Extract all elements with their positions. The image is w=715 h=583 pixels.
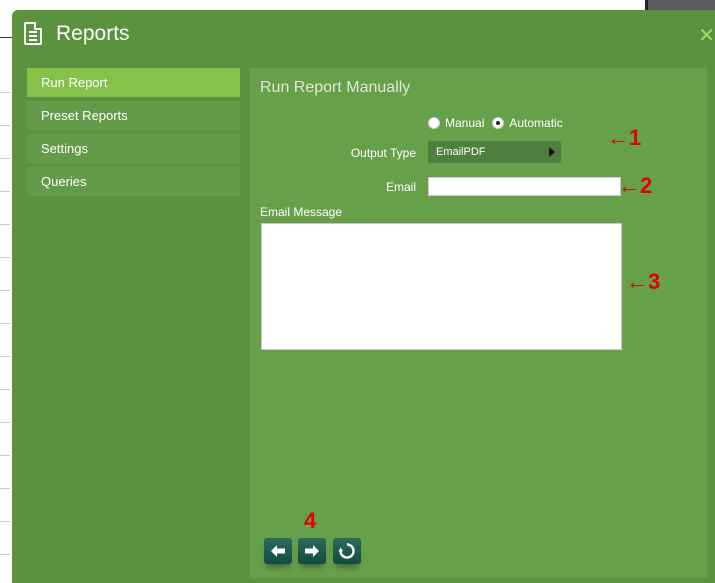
- email-field[interactable]: [428, 177, 621, 196]
- next-button[interactable]: [298, 538, 326, 564]
- manual-radio-label: Manual: [445, 116, 485, 130]
- background-window-gridlines: [0, 60, 10, 580]
- refresh-icon: [338, 543, 355, 559]
- radio-button-checked[interactable]: [492, 117, 505, 129]
- chevron-right-icon: [549, 147, 555, 157]
- automatic-radio[interactable]: Automatic: [492, 116, 563, 130]
- manual-radio[interactable]: Manual: [428, 116, 484, 130]
- back-button[interactable]: [264, 538, 292, 564]
- panel-heading: Run Report Manually: [260, 79, 411, 96]
- radio-button[interactable]: [428, 117, 440, 129]
- annotation-3: ←3: [626, 269, 661, 294]
- output-type-label: Output Type: [350, 146, 416, 160]
- dialog-title: Reports: [56, 22, 130, 45]
- reports-dialog: Reports ✕ Run Report Preset Reports Sett…: [12, 10, 715, 583]
- annotation-4: 4: [304, 508, 317, 533]
- arrow-left-icon: [271, 545, 285, 557]
- background-window-line: [0, 37, 12, 38]
- annotation-2: ←2: [618, 173, 653, 198]
- arrow-right-icon: [305, 545, 319, 557]
- sidebar: Run Report Preset Reports Settings Queri…: [27, 68, 240, 200]
- sidebar-item-queries[interactable]: Queries: [27, 167, 240, 196]
- sidebar-item-run-report[interactable]: Run Report: [27, 68, 240, 97]
- automatic-radio-label: Automatic: [509, 116, 563, 130]
- sidebar-item-settings[interactable]: Settings: [27, 134, 240, 163]
- email-label: Email: [385, 180, 416, 194]
- sidebar-item-preset-reports[interactable]: Preset Reports: [27, 101, 240, 130]
- document-icon: [24, 22, 42, 45]
- output-type-value: EmailPDF: [436, 146, 486, 158]
- annotation-1: ←1: [607, 125, 642, 150]
- email-message-label: Email Message: [260, 205, 343, 219]
- close-icon[interactable]: ✕: [698, 25, 715, 45]
- mode-radio-group: Manual Automatic: [428, 116, 571, 130]
- dialog-titlebar: Reports ✕: [12, 10, 715, 60]
- refresh-button[interactable]: [333, 538, 361, 564]
- email-message-textarea[interactable]: [261, 223, 622, 350]
- output-type-select[interactable]: EmailPDF: [428, 141, 561, 163]
